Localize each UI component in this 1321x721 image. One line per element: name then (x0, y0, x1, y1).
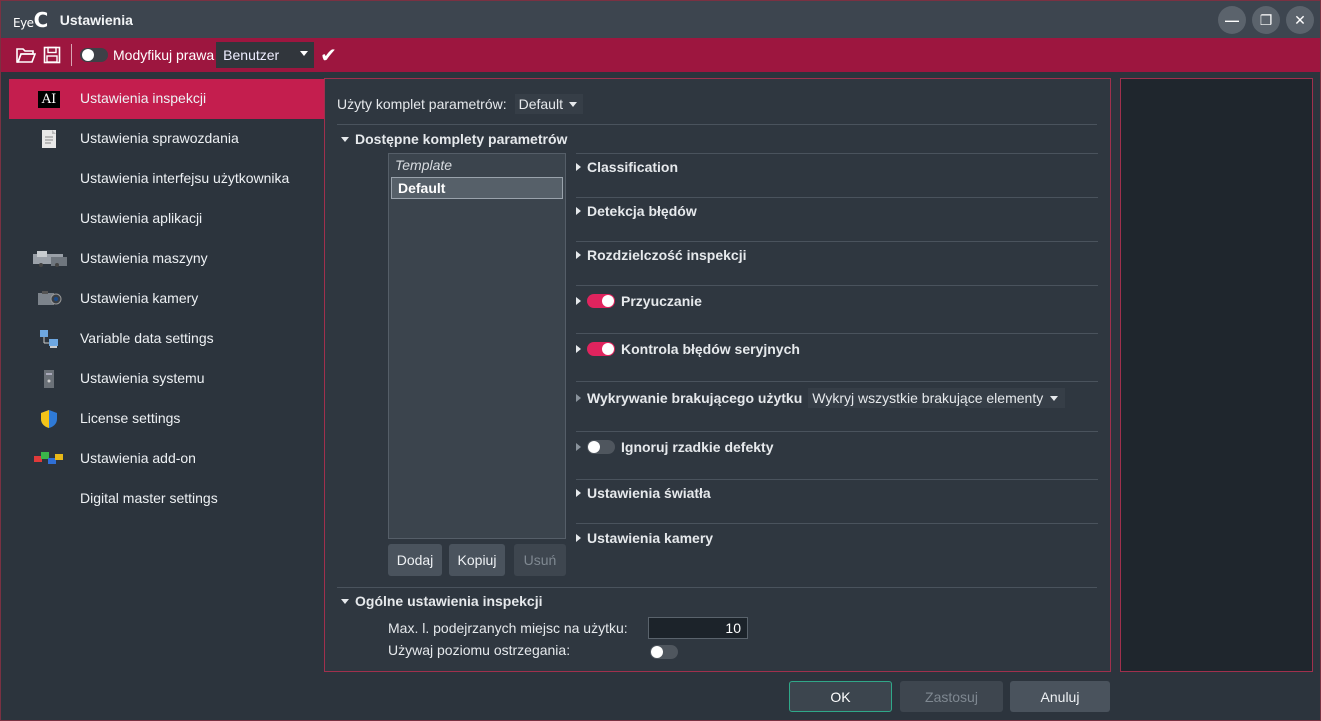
restore-button[interactable]: ❐ (1252, 6, 1280, 34)
apply-button[interactable]: Zastosuj (900, 681, 1003, 712)
chevron-down-icon (568, 102, 577, 107)
general-settings-header[interactable]: Ogólne ustawienia inspekcji (341, 593, 543, 609)
sidebar-item-variable-data[interactable]: Variable data settings (9, 319, 324, 359)
expand-arrow-icon (576, 345, 581, 353)
group-detection[interactable]: Detekcja błędów (576, 203, 697, 219)
close-button[interactable]: ✕ (1286, 6, 1314, 34)
modify-rights-toggle[interactable] (80, 48, 108, 62)
group-resolution[interactable]: Rozdzielczość inspekcji (576, 247, 747, 263)
sidebar-item-inspection[interactable]: AI Ustawienia inspekcji (9, 79, 324, 119)
sidebar-item-digital-master[interactable]: Digital master settings (9, 479, 324, 519)
divider (576, 285, 1098, 286)
divider (576, 381, 1098, 382)
sidebar-item-addon[interactable]: Ustawienia add-on (9, 439, 324, 479)
param-sets-list[interactable]: Template Default (388, 153, 566, 539)
chevron-down-icon (1050, 396, 1059, 401)
document-icon (31, 129, 67, 149)
expand-arrow-icon (576, 251, 581, 259)
puzzle-icon (31, 449, 67, 469)
copy-button[interactable]: Kopiuj (449, 544, 505, 576)
used-param-set-combo[interactable]: Default (514, 94, 583, 114)
expand-arrow-icon (576, 207, 581, 215)
shield-icon (31, 409, 67, 429)
sidebar-item-report[interactable]: Ustawienia sprawozdania (9, 119, 324, 159)
inspection-settings-panel: Użyty komplet parametrów: Default Dostęp… (324, 78, 1111, 672)
save-icon[interactable] (41, 44, 63, 66)
collapse-arrow-icon (341, 598, 349, 604)
max-suspicious-label: Max. l. podejrzanych miejsc na użytku: (388, 620, 628, 636)
missing-item-combo[interactable]: Wykryj wszystkie brakujące elementy (808, 388, 1066, 408)
group-serial-errors[interactable]: Kontrola błędów seryjnych (576, 341, 800, 357)
collapse-arrow-icon (341, 136, 349, 142)
available-sets-header[interactable]: Dostępne komplety parametrów (341, 131, 567, 147)
divider (576, 153, 1098, 154)
group-ignore-rare[interactable]: Ignoruj rzadkie defekty (576, 439, 773, 455)
warning-level-toggle[interactable] (650, 645, 678, 659)
sidebar-item-license[interactable]: License settings (9, 399, 324, 439)
open-folder-icon[interactable] (15, 44, 37, 66)
window-title: Ustawienia (59, 11, 133, 28)
used-param-set-label: Użyty komplet parametrów: (337, 96, 507, 112)
user-combo[interactable]: Benutzer (216, 42, 315, 68)
group-missing-item[interactable]: Wykrywanie brakującego użytku Wykryj wszy… (576, 388, 1066, 408)
max-suspicious-input[interactable]: 10 (648, 617, 748, 639)
sidebar-item-ui[interactable]: Ustawienia interfejsu użytkownika (9, 159, 324, 199)
camera-icon (31, 289, 67, 309)
list-item-selected[interactable]: Default (391, 177, 563, 199)
minimize-button[interactable]: — (1218, 6, 1246, 34)
group-classification[interactable]: Classification (576, 159, 678, 175)
divider (576, 523, 1098, 524)
settings-window: EyeC Ustawienia — ❐ ✕ Modyfikuj prawa Be… (0, 0, 1321, 721)
sidebar-item-machine[interactable]: Ustawienia maszyny (9, 239, 324, 279)
remove-button[interactable]: Usuń (514, 544, 566, 576)
expand-arrow-icon (576, 163, 581, 171)
divider (576, 197, 1098, 198)
serial-errors-toggle[interactable] (587, 342, 615, 356)
preview-panel (1120, 78, 1313, 672)
machine-icon (31, 249, 67, 269)
divider (576, 479, 1098, 480)
group-light[interactable]: Ustawienia światła (576, 485, 711, 501)
divider (576, 431, 1098, 432)
ai-icon: AI (31, 89, 67, 109)
group-camera[interactable]: Ustawienia kamery (576, 530, 713, 546)
toolbar: Modyfikuj prawa Benutzer ✔ (1, 38, 1320, 72)
computer-icon (31, 369, 67, 389)
learning-toggle[interactable] (587, 294, 615, 308)
expand-arrow-icon (576, 489, 581, 497)
sidebar-item-camera[interactable]: Ustawienia kamery (9, 279, 324, 319)
modify-rights-label: Modyfikuj prawa (113, 47, 215, 63)
toolbar-divider (71, 44, 72, 66)
expand-arrow-icon (576, 534, 581, 542)
sidebar-item-application[interactable]: Ustawienia aplikacji (9, 199, 324, 239)
expand-arrow-icon (576, 443, 581, 451)
warning-level-label: Używaj poziomu ostrzegania: (388, 642, 571, 658)
sidebar-item-system[interactable]: Ustawienia systemu (9, 359, 324, 399)
expand-arrow-icon (576, 297, 581, 305)
cancel-button[interactable]: Anuluj (1010, 681, 1110, 712)
chevron-down-icon (300, 51, 309, 56)
list-item[interactable]: Template (389, 154, 565, 176)
group-learning[interactable]: Przyuczanie (576, 293, 702, 309)
used-param-set-row: Użyty komplet parametrów: Default (337, 94, 583, 114)
divider (337, 587, 1097, 588)
network-icon (31, 329, 67, 349)
divider (576, 241, 1098, 242)
ignore-rare-toggle[interactable] (587, 440, 615, 454)
divider (337, 124, 1097, 125)
expand-arrow-icon (576, 394, 581, 402)
app-logo: EyeC (13, 7, 48, 32)
ok-button[interactable]: OK (789, 681, 892, 712)
title-bar: EyeC Ustawienia — ❐ ✕ (1, 1, 1320, 38)
confirm-check-icon[interactable]: ✔ (320, 43, 337, 68)
add-button[interactable]: Dodaj (388, 544, 442, 576)
settings-sidebar: AI Ustawienia inspekcji Ustawienia spraw… (9, 79, 324, 673)
divider (576, 333, 1098, 334)
